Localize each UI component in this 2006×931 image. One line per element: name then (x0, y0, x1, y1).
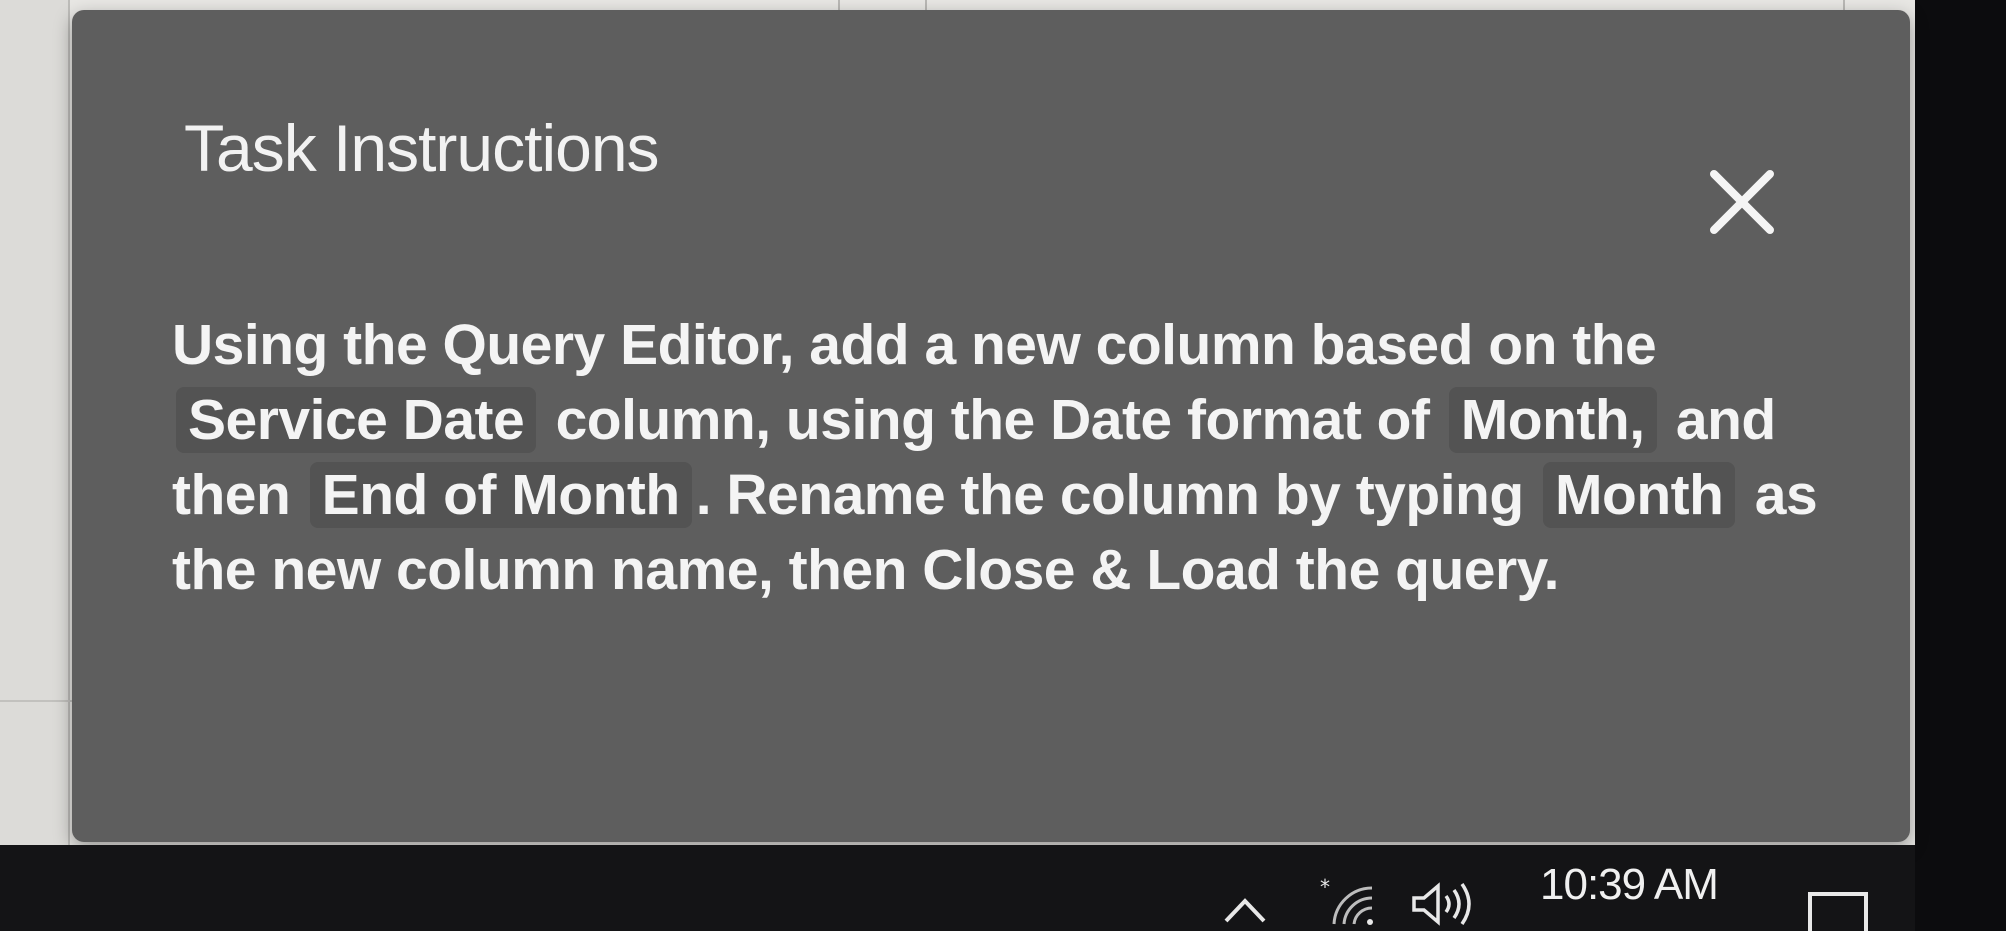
taskbar-clock[interactable]: 10:39 AM (1540, 860, 1719, 910)
panel-title: Task Instructions (184, 111, 660, 185)
close-button[interactable] (1702, 162, 1782, 242)
task-instructions-panel: Task Instructions Using the Query Editor… (72, 10, 1910, 842)
svg-text:*: * (1320, 876, 1330, 899)
notification-icon[interactable] (1808, 892, 1868, 931)
option-chip: End of Month (309, 462, 692, 528)
instruction-text: column, using the Date format of (555, 388, 1430, 452)
close-icon (1710, 170, 1774, 234)
instruction-text: . Rename the column by typing (695, 463, 1524, 527)
date-format-chip: Month, (1448, 387, 1657, 453)
task-instructions-text: Using the Query Editor, add a new column… (172, 308, 1832, 608)
instruction-text: Using the Query Editor, add a new column… (172, 313, 1657, 377)
wifi-icon[interactable]: * (1320, 876, 1378, 926)
row-header-column (0, 0, 70, 845)
screen: Task Instructions Using the Query Editor… (0, 0, 2006, 931)
column-name-chip: Service Date (176, 387, 537, 453)
new-name-chip: Month (1543, 462, 1736, 528)
chevron-up-icon[interactable] (1222, 895, 1268, 925)
screen-bezel (1915, 0, 2006, 931)
row-divider (0, 700, 72, 702)
speaker-icon[interactable] (1408, 880, 1474, 928)
